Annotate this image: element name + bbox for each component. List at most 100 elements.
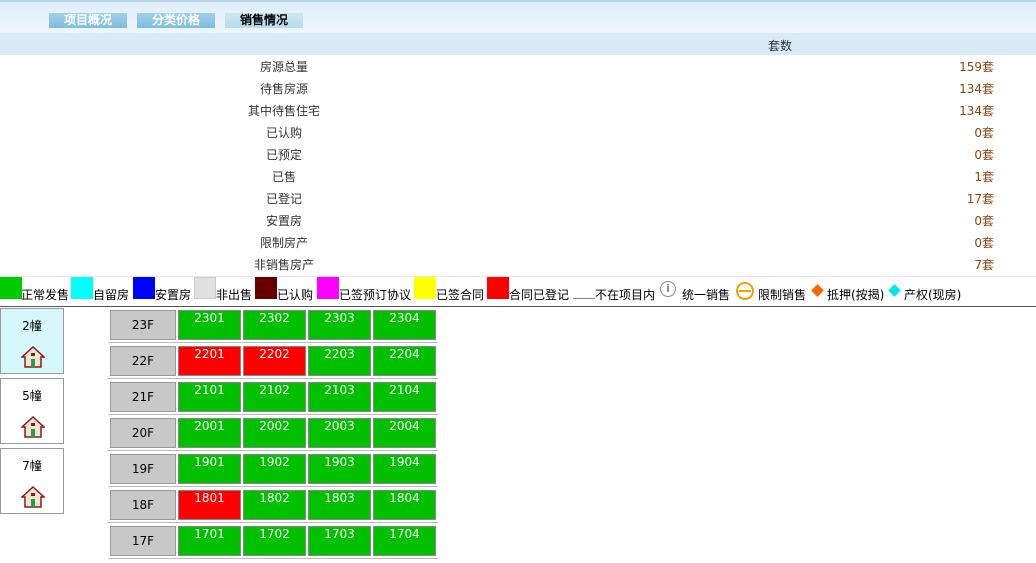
unit-cell-2003[interactable]: 2003 [308,418,371,448]
legend-label: 合同已登记 [509,288,570,302]
tab-sales-status[interactable]: 销售情况 [225,13,303,28]
unit-cell-2103[interactable]: 2103 [308,382,371,412]
unit-cell-2104[interactable]: 2104 [373,382,436,412]
house-icon [21,485,45,508]
unit-cell-2001[interactable]: 2001 [178,418,241,448]
stat-row: 非销售房产 7套 [0,253,1036,275]
legend-swatch [487,277,509,299]
stat-value: 17套 [966,192,994,206]
stat-label: 已登记 [265,192,302,206]
top-tab-bar: 项目概况 分类价格 销售情况 [0,0,1036,33]
unit-cell-1901[interactable]: 1901 [178,454,241,484]
stat-label: 其中待售住宅 [247,104,320,118]
stat-row: 已预定 0套 [0,143,1036,165]
stat-value: 1套 [974,170,994,184]
stat-row: 已登记 17套 [0,187,1036,209]
building-name: 7幢 [22,459,42,473]
tab-project-overview[interactable]: 项目概况 [49,13,127,28]
legend-swatch [414,277,436,299]
building-2[interactable]: 2幢 [0,308,64,374]
legend-label: 正常发售 [21,288,70,302]
orange-diamond-icon [811,284,824,297]
floor-label: 22F [110,346,176,376]
unit-cell-2004[interactable]: 2004 [373,418,436,448]
stat-row: 已售 1套 [0,165,1036,187]
unit-cell-2101[interactable]: 2101 [178,382,241,412]
stat-label: 已预定 [265,148,302,162]
unit-cell-1804[interactable]: 1804 [373,490,436,520]
house-icon [21,345,45,368]
unit-cell-2201[interactable]: 2201 [178,346,241,376]
stat-label: 安置房 [265,214,302,228]
building-7[interactable]: 7幢 [0,448,64,514]
stat-row: 已认购 0套 [0,121,1036,143]
floor-label: 17F [110,526,176,556]
row-separator [108,450,438,451]
stat-value: 0套 [974,214,994,228]
building-5[interactable]: 5幢 [0,378,64,444]
floor-label: 21F [110,382,176,412]
stats-header: 套数 [0,33,1036,55]
stat-row: 其中待售住宅 134套 [0,99,1036,121]
tab-category-price[interactable]: 分类价格 [137,13,215,28]
unit-cell-2303[interactable]: 2303 [308,310,371,340]
building-name: 5幢 [22,389,42,403]
cyan-diamond-icon [888,284,901,297]
unit-cell-1803[interactable]: 1803 [308,490,371,520]
restricted-circle-icon [736,282,754,300]
stat-value: 159套 [959,60,994,74]
unit-cell-2002[interactable]: 2002 [243,418,306,448]
row-separator [108,486,438,487]
unit-cell-2202[interactable]: 2202 [243,346,306,376]
stat-value: 134套 [959,104,994,118]
legend-label: 安置房 [155,288,192,302]
unit-cell-2102[interactable]: 2102 [243,382,306,412]
unit-cell-2304[interactable]: 2304 [373,310,436,340]
legend-swatch [317,277,339,299]
unit-cell-1903[interactable]: 1903 [308,454,371,484]
floor-label: 18F [110,490,176,520]
status-legend: 正常发售 自留房 安置房 非出售 已认购 已签预订协议 已签合同 合同已登记 不… [0,276,1036,303]
unit-cell-1701[interactable]: 1701 [178,526,241,556]
unit-cell-1702[interactable]: 1702 [243,526,306,556]
count-column-header: 套数 [768,39,793,53]
divider [0,306,1036,307]
legend-label: 已签预订协议 [339,288,412,302]
stat-value: 7套 [974,258,994,272]
unit-cell-1802[interactable]: 1802 [243,490,306,520]
legend-label: 抵押(按揭) [827,288,885,302]
sales-stats-table: 房源总量 159套 待售房源 134套 其中待售住宅 134套 已认购 0套 已预定 0套… [0,55,1036,275]
stat-value: 134套 [959,82,994,96]
legend-label: 非出售 [216,288,253,302]
legend-label: 已签合同 [436,288,485,302]
legend-label: 自留房 [93,288,130,302]
stat-label: 已认购 [265,126,302,140]
stat-label: 限制房产 [259,236,308,250]
unit-cell-2302[interactable]: 2302 [243,310,306,340]
row-separator [108,342,438,343]
row-separator [108,558,438,559]
stat-row: 房源总量 159套 [0,55,1036,77]
unit-cell-2301[interactable]: 2301 [178,310,241,340]
unit-cell-1904[interactable]: 1904 [373,454,436,484]
stat-label: 待售房源 [259,82,308,96]
stat-label: 房源总量 [259,60,308,74]
legend-swatch [0,277,22,299]
legend-label: 已认购 [277,288,314,302]
unit-cell-1703[interactable]: 1703 [308,526,371,556]
legend-label: 不在项目内 [595,288,656,302]
stat-value: 0套 [974,236,994,250]
stat-value: 0套 [974,126,994,140]
row-separator [108,522,438,523]
stat-label: 非销售房产 [253,258,314,272]
unit-cell-1801[interactable]: 1801 [178,490,241,520]
floor-label: 19F [110,454,176,484]
unit-cell-1704[interactable]: 1704 [373,526,436,556]
unit-cell-2203[interactable]: 2203 [308,346,371,376]
row-separator [108,378,438,379]
unit-cell-2204[interactable]: 2204 [373,346,436,376]
unit-cell-1902[interactable]: 1902 [243,454,306,484]
legend-swatch [255,277,277,299]
legend-label: 统一销售 [682,288,731,302]
stat-value: 0套 [974,148,994,162]
